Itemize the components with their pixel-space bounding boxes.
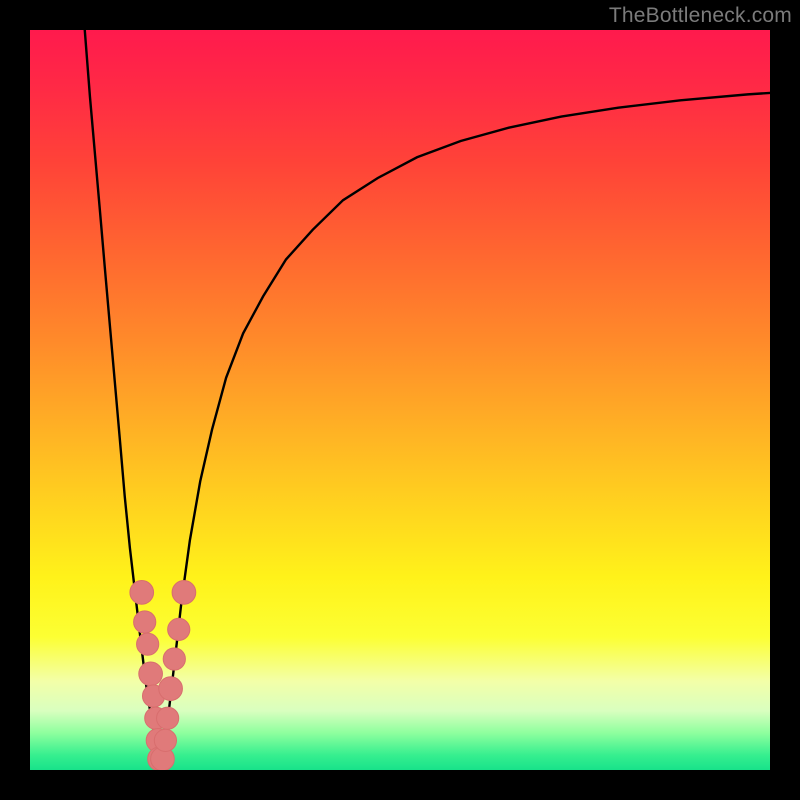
data-marker (139, 662, 163, 686)
data-marker (130, 581, 154, 605)
watermark-text: TheBottleneck.com (609, 4, 792, 28)
chart-svg (30, 30, 770, 770)
data-markers (130, 581, 196, 770)
data-marker (172, 581, 196, 605)
data-marker (163, 648, 185, 670)
curve-right (162, 93, 770, 763)
plot-area (30, 30, 770, 770)
data-marker (159, 677, 183, 701)
chart-frame: TheBottleneck.com (0, 0, 800, 800)
data-marker (157, 707, 179, 729)
data-marker (168, 618, 190, 640)
data-marker (137, 633, 159, 655)
data-marker (134, 611, 156, 633)
data-marker (154, 729, 176, 751)
